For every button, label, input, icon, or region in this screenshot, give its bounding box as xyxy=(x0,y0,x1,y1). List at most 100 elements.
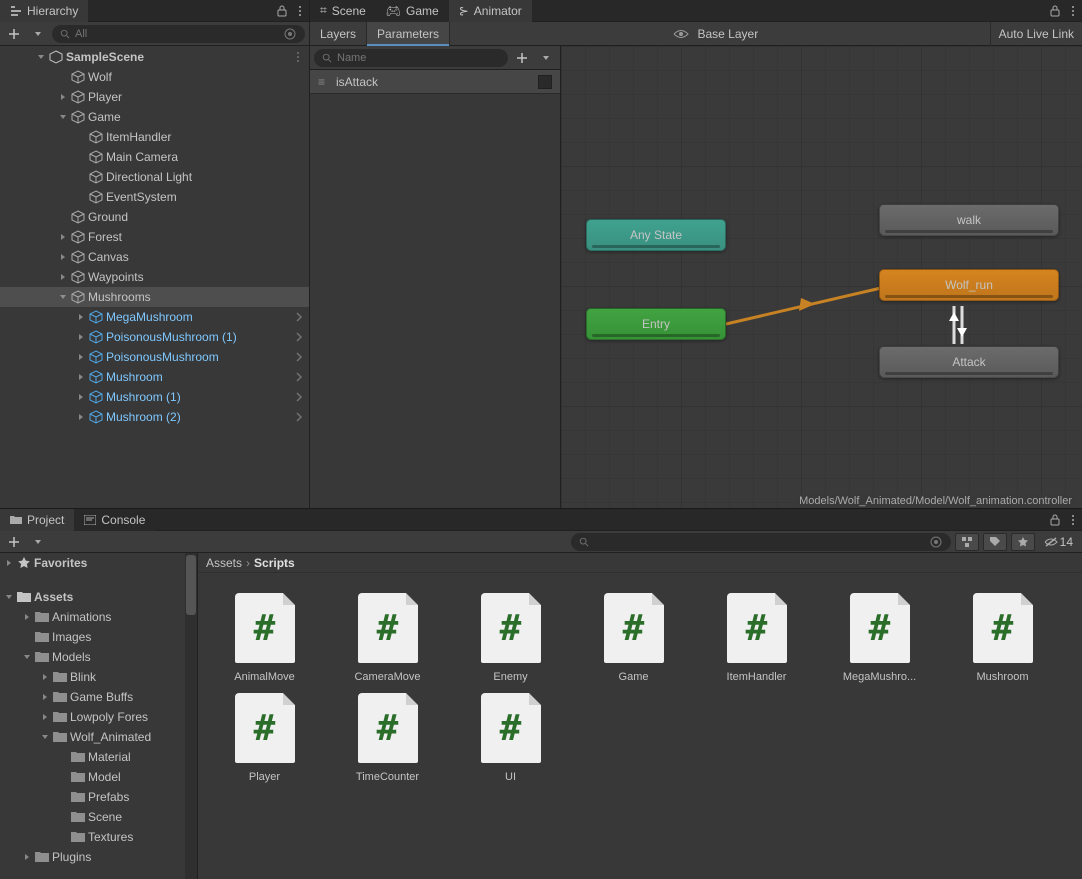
breadcrumb-seg[interactable]: Assets xyxy=(206,556,242,570)
asset-item[interactable]: #Player xyxy=(208,693,321,783)
hierarchy-item[interactable]: EventSystem xyxy=(0,187,309,207)
project-scrollbar[interactable] xyxy=(185,553,197,879)
filter-type-button[interactable] xyxy=(955,533,979,551)
expand-arrow-icon[interactable] xyxy=(76,152,86,162)
param-search[interactable] xyxy=(314,49,508,67)
project-tree-item[interactable]: Scene xyxy=(0,807,185,827)
asset-item[interactable]: #AnimalMove xyxy=(208,593,321,683)
tab-game[interactable]: 🎮︎Game xyxy=(376,0,449,22)
hierarchy-item[interactable]: Game xyxy=(0,107,309,127)
project-search-input[interactable] xyxy=(594,536,924,548)
open-prefab-icon[interactable] xyxy=(295,352,303,362)
hierarchy-item[interactable]: Waypoints xyxy=(0,267,309,287)
tab-project[interactable]: Project xyxy=(0,509,74,531)
hierarchy-item[interactable]: Wolf xyxy=(0,67,309,87)
hierarchy-item[interactable]: Directional Light xyxy=(0,167,309,187)
more-icon[interactable] xyxy=(293,51,303,63)
scene-root[interactable]: SampleScene xyxy=(0,47,309,67)
open-prefab-icon[interactable] xyxy=(295,412,303,422)
favorite-button[interactable] xyxy=(1011,533,1035,551)
expand-arrow-icon[interactable] xyxy=(58,252,68,262)
expand-arrow-icon[interactable] xyxy=(58,112,68,122)
dropdown-button[interactable] xyxy=(536,49,556,67)
expand-arrow-icon[interactable] xyxy=(76,352,86,362)
tab-console[interactable]: Console xyxy=(74,509,155,531)
more-icon[interactable] xyxy=(291,0,309,22)
animator-graph[interactable]: Any State Entry walk Wolf_run Attack Mod… xyxy=(561,46,1082,508)
hierarchy-item[interactable]: PoisonousMushroom (1) xyxy=(0,327,309,347)
hierarchy-item[interactable]: Mushrooms xyxy=(0,287,309,307)
hierarchy-search-input[interactable] xyxy=(75,28,278,40)
lock-icon[interactable] xyxy=(1046,509,1064,531)
expand-arrow-icon[interactable] xyxy=(58,812,68,822)
hierarchy-tree[interactable]: SampleScene WolfPlayerGameItemHandlerMai… xyxy=(0,46,309,508)
project-tree-item[interactable]: Material xyxy=(0,747,185,767)
expand-arrow-icon[interactable] xyxy=(22,852,32,862)
open-prefab-icon[interactable] xyxy=(295,372,303,382)
expand-arrow-icon[interactable] xyxy=(76,172,86,182)
add-button[interactable] xyxy=(4,25,24,43)
lock-icon[interactable] xyxy=(273,0,291,22)
expand-arrow-icon[interactable] xyxy=(76,372,86,382)
open-prefab-icon[interactable] xyxy=(295,312,303,322)
expand-arrow-icon[interactable] xyxy=(58,832,68,842)
hierarchy-item[interactable]: Ground xyxy=(0,207,309,227)
asset-item[interactable]: #TimeCounter xyxy=(331,693,444,783)
expand-arrow-icon[interactable] xyxy=(40,692,50,702)
hierarchy-item[interactable]: ItemHandler xyxy=(0,127,309,147)
asset-item[interactable]: #ItemHandler xyxy=(700,593,813,683)
search-scope-icon[interactable] xyxy=(929,535,943,549)
expand-arrow-icon[interactable] xyxy=(58,752,68,762)
hierarchy-item[interactable]: Mushroom (2) xyxy=(0,407,309,427)
expand-arrow-icon[interactable] xyxy=(40,732,50,742)
dropdown-button[interactable] xyxy=(28,25,48,43)
tab-scene[interactable]: ⌗Scene xyxy=(310,0,376,22)
project-tree-item[interactable]: Blink xyxy=(0,667,185,687)
node-attack[interactable]: Attack xyxy=(879,346,1059,378)
breadcrumb-base-layer[interactable]: Base Layer xyxy=(691,22,768,46)
tab-hierarchy[interactable]: Hierarchy xyxy=(0,0,88,22)
asset-grid[interactable]: #AnimalMove#CameraMove#Enemy#Game#ItemHa… xyxy=(198,573,1082,879)
eye-icon[interactable] xyxy=(671,29,691,39)
drag-handle-icon[interactable]: ≡ xyxy=(318,75,328,89)
expand-arrow-icon[interactable] xyxy=(58,772,68,782)
project-tree-item[interactable]: Model xyxy=(0,767,185,787)
add-button[interactable] xyxy=(4,533,24,551)
more-icon[interactable] xyxy=(1064,509,1082,531)
expand-arrow-icon[interactable] xyxy=(40,672,50,682)
favorites-root[interactable]: Favorites xyxy=(0,553,185,573)
expand-arrow-icon[interactable] xyxy=(58,272,68,282)
project-tree-item[interactable]: Images xyxy=(0,627,185,647)
expand-arrow-icon[interactable] xyxy=(76,412,86,422)
expand-arrow-icon[interactable] xyxy=(22,652,32,662)
assets-root[interactable]: Assets xyxy=(0,587,185,607)
asset-item[interactable]: #UI xyxy=(454,693,567,783)
open-prefab-icon[interactable] xyxy=(295,332,303,342)
more-icon[interactable] xyxy=(1064,0,1082,22)
expand-arrow-icon[interactable] xyxy=(76,332,86,342)
hierarchy-search[interactable] xyxy=(52,25,305,43)
hierarchy-item[interactable]: PoisonousMushroom xyxy=(0,347,309,367)
expand-arrow-icon[interactable] xyxy=(58,92,68,102)
expand-arrow-icon[interactable] xyxy=(76,192,86,202)
node-any-state[interactable]: Any State xyxy=(586,219,726,251)
project-tree-item[interactable]: Textures xyxy=(0,827,185,847)
asset-item[interactable]: #Enemy xyxy=(454,593,567,683)
project-tree-item[interactable]: Game Buffs xyxy=(0,687,185,707)
asset-item[interactable]: #CameraMove xyxy=(331,593,444,683)
parameters-tab[interactable]: Parameters xyxy=(367,22,450,46)
expand-arrow-icon[interactable] xyxy=(58,792,68,802)
project-tree[interactable]: Favorites Assets AnimationsImagesModelsB… xyxy=(0,553,185,879)
expand-arrow-icon[interactable] xyxy=(76,392,86,402)
project-tree-item[interactable]: Prefabs xyxy=(0,787,185,807)
asset-item[interactable]: #Game xyxy=(577,593,690,683)
expand-arrow-icon[interactable] xyxy=(58,292,68,302)
expand-arrow-icon[interactable] xyxy=(22,632,32,642)
project-search[interactable] xyxy=(571,533,951,551)
open-prefab-icon[interactable] xyxy=(295,392,303,402)
expand-arrow-icon[interactable] xyxy=(76,132,86,142)
hierarchy-item[interactable]: Mushroom (1) xyxy=(0,387,309,407)
hierarchy-item[interactable]: Canvas xyxy=(0,247,309,267)
hierarchy-item[interactable]: Player xyxy=(0,87,309,107)
dropdown-button[interactable] xyxy=(28,533,48,551)
